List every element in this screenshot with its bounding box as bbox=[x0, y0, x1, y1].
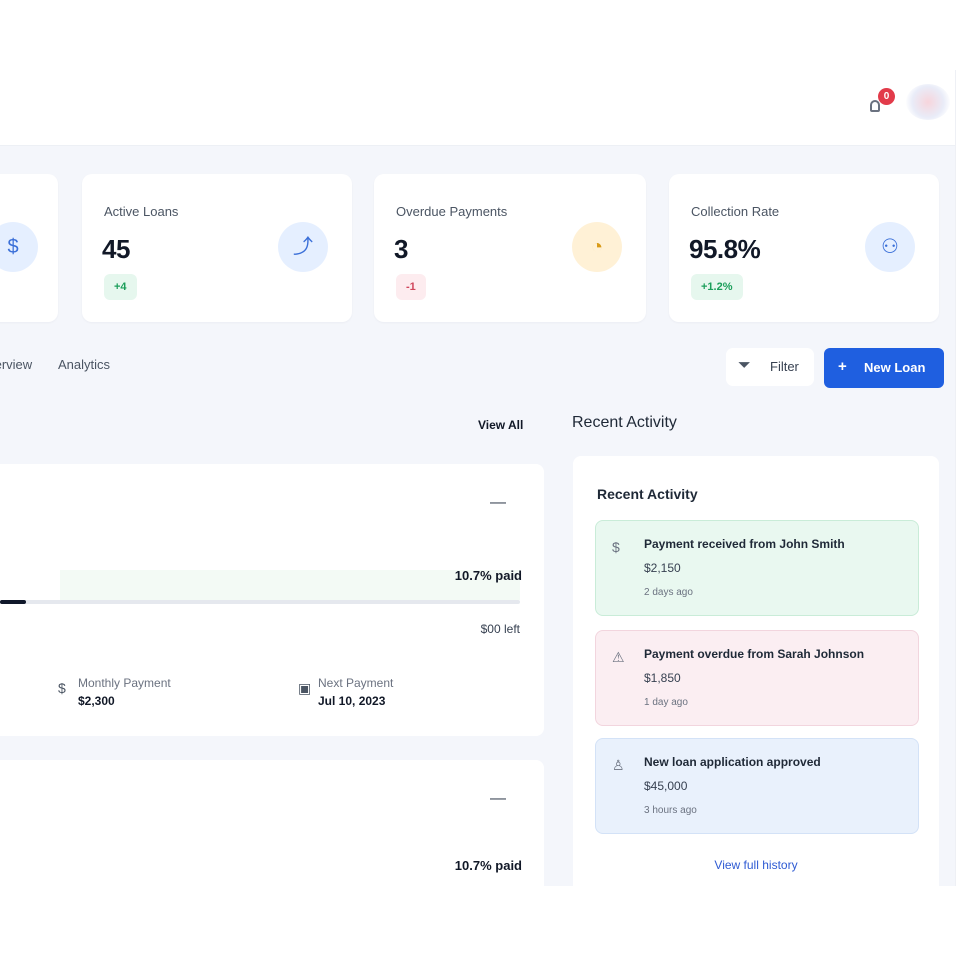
tab-analytics[interactable]: Analytics bbox=[58, 357, 110, 372]
notification-badge: 0 bbox=[878, 88, 895, 105]
stat-value: 95.8% bbox=[689, 234, 761, 264]
clock-icon: ◔ bbox=[572, 222, 622, 272]
stat-card-overdue-payments: Overdue Payments 3 -1 ◔ bbox=[374, 174, 646, 322]
bell-icon bbox=[870, 100, 880, 112]
loan-card: — 10.7% paid bbox=[0, 760, 544, 886]
activity-item-amount: $45,000 bbox=[644, 779, 688, 793]
stat-label: Collection Rate bbox=[691, 204, 780, 219]
activity-item-amount: $2,150 bbox=[644, 561, 681, 575]
monthly-payment-label: Monthly Payment bbox=[78, 676, 171, 690]
new-loan-button-label: New Loan bbox=[864, 360, 926, 375]
progress-highlight bbox=[60, 570, 520, 600]
view-all-link[interactable]: View All bbox=[478, 418, 523, 432]
new-loan-button[interactable]: + New Loan bbox=[824, 348, 944, 388]
calendar-icon: ▣ bbox=[298, 680, 312, 696]
activity-heading: Recent Activity bbox=[572, 414, 677, 431]
dollar-icon: $ bbox=[612, 539, 620, 555]
dollar-icon: $ bbox=[58, 680, 66, 696]
activity-item-title: New loan application approved bbox=[644, 755, 821, 769]
activity-item-time: 2 days ago bbox=[644, 587, 693, 598]
stat-card-active-loans: Active Loans 45 +4 ⤴ bbox=[82, 174, 352, 322]
tab-overview[interactable]: Overview bbox=[0, 357, 32, 372]
more-options-icon[interactable]: — bbox=[490, 790, 506, 808]
notifications-button[interactable]: 0 bbox=[868, 88, 898, 118]
stat-value: 45 bbox=[102, 234, 130, 264]
activity-item-title: Payment overdue from Sarah Johnson bbox=[644, 647, 865, 661]
loan-remaining: $00 left bbox=[480, 622, 520, 636]
loan-card: — 10.7% paid $00 left $ Monthly Payment … bbox=[0, 464, 544, 736]
activity-item[interactable]: ⚠ Payment overdue from Sarah Johnson $1,… bbox=[595, 630, 919, 726]
next-payment-label: Next Payment bbox=[318, 676, 394, 690]
view-full-history-link[interactable]: View full history bbox=[573, 858, 939, 872]
stat-value: 3 bbox=[394, 234, 408, 264]
stat-change-badge: -1 bbox=[396, 274, 426, 300]
loan-progress-fill bbox=[0, 600, 26, 604]
users-icon: ⚇ bbox=[865, 222, 915, 272]
trend-icon: ⤴ bbox=[278, 222, 328, 272]
user-avatar[interactable] bbox=[906, 84, 950, 120]
user-icon: ♙ bbox=[612, 757, 625, 773]
activity-item-time: 3 hours ago bbox=[644, 805, 697, 816]
top-header: 0 bbox=[0, 70, 955, 146]
activity-item[interactable]: ♙ New loan application approved $45,000 … bbox=[595, 738, 919, 834]
warning-icon: ⚠ bbox=[612, 649, 625, 665]
monthly-payment-value: $2,300 bbox=[78, 694, 115, 708]
activity-item[interactable]: $ Payment received from John Smith $2,15… bbox=[595, 520, 919, 616]
activity-panel: Recent Activity $ Payment received from … bbox=[573, 456, 939, 886]
loan-paid-percent: 10.7% paid bbox=[454, 568, 522, 583]
stat-label: Active Loans bbox=[104, 204, 179, 219]
loan-progress-bar bbox=[0, 600, 520, 604]
dollar-icon: $ bbox=[0, 222, 38, 272]
filter-button[interactable]: ⏷ Filter bbox=[726, 348, 814, 386]
loan-paid-percent: 10.7% paid bbox=[454, 858, 522, 873]
next-payment-value: Jul 10, 2023 bbox=[318, 694, 386, 708]
filter-icon: ⏷ bbox=[738, 357, 751, 374]
stat-change-badge: +1.2% bbox=[691, 274, 743, 300]
stat-change-badge: +4 bbox=[104, 274, 137, 300]
stat-card-partial: $ bbox=[0, 174, 58, 322]
more-options-icon[interactable]: — bbox=[490, 494, 506, 512]
filter-button-label: Filter bbox=[770, 359, 799, 374]
activity-item-title: Payment received from John Smith bbox=[644, 537, 845, 551]
stat-card-collection-rate: Collection Rate 95.8% +1.2% ⚇ bbox=[669, 174, 939, 322]
activity-panel-title: Recent Activity bbox=[597, 486, 698, 502]
activity-item-time: 1 day ago bbox=[644, 697, 688, 708]
activity-item-amount: $1,850 bbox=[644, 671, 681, 685]
stat-label: Overdue Payments bbox=[396, 204, 508, 219]
plus-icon: + bbox=[838, 358, 847, 375]
app-frame: 0 $ Active Loans 45 +4 ⤴ Overdue Payment… bbox=[0, 70, 956, 886]
